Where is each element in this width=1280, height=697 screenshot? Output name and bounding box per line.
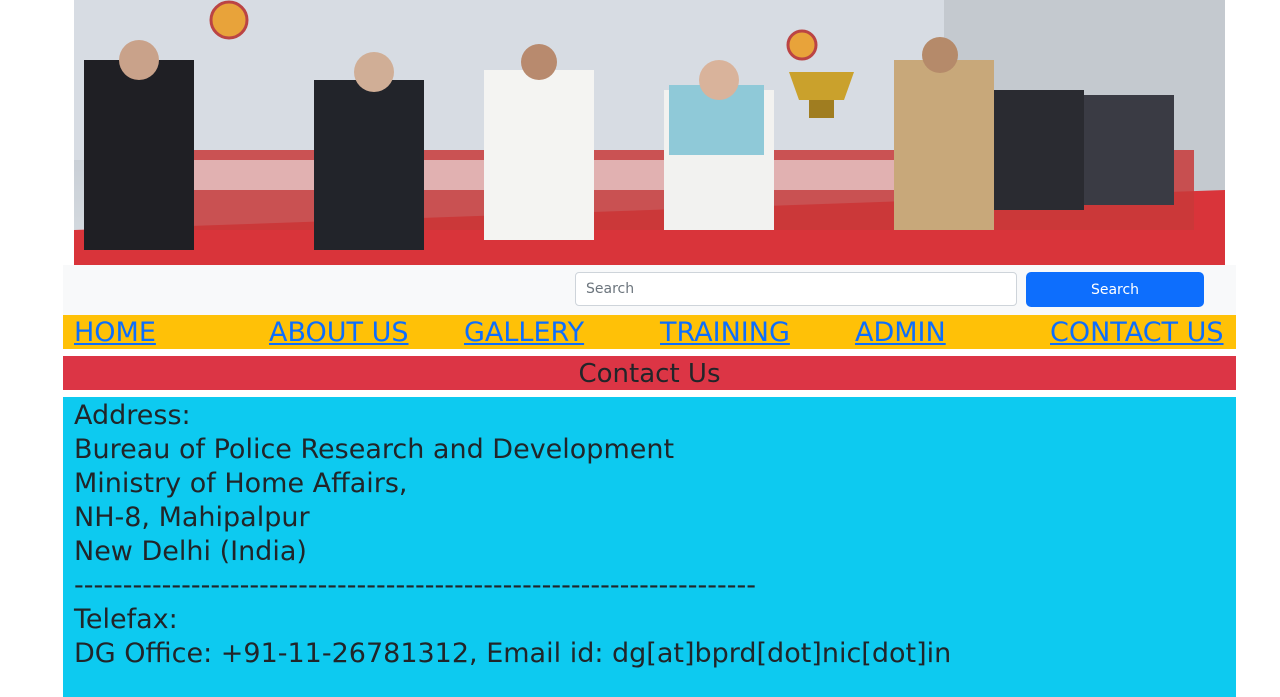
address-line: Bureau of Police Research and Developmen… <box>74 434 675 465</box>
address-line: New Delhi (India) <box>74 536 307 567</box>
nav-about-us[interactable]: ABOUT US <box>269 315 409 351</box>
address-label: Address: <box>74 400 191 431</box>
telefax-label: Telefax: <box>74 604 178 635</box>
nav-admin[interactable]: ADMIN <box>855 315 946 351</box>
search-input[interactable] <box>575 272 1017 306</box>
page-title: Contact Us <box>63 356 1236 390</box>
banner-photo <box>74 0 1225 265</box>
search-button[interactable]: Search <box>1026 272 1204 307</box>
separator-line: ----------------------------------------… <box>74 570 756 601</box>
nav-training[interactable]: TRAINING <box>660 315 790 351</box>
nav-gallery[interactable]: GALLERY <box>464 315 584 351</box>
dg-office-contact: DG Office: +91-11-26781312, Email id: dg… <box>74 638 952 669</box>
nav-contact-us[interactable]: CONTACT US <box>1050 315 1224 351</box>
search-bar: Search <box>63 265 1236 315</box>
contact-details: Address: Bureau of Police Research and D… <box>63 397 1236 697</box>
main-nav: HOME ABOUT US GALLERY TRAINING ADMIN CON… <box>63 315 1236 349</box>
nav-home[interactable]: HOME <box>74 315 156 351</box>
address-line: NH-8, Mahipalpur <box>74 502 310 533</box>
address-line: Ministry of Home Affairs, <box>74 468 408 499</box>
